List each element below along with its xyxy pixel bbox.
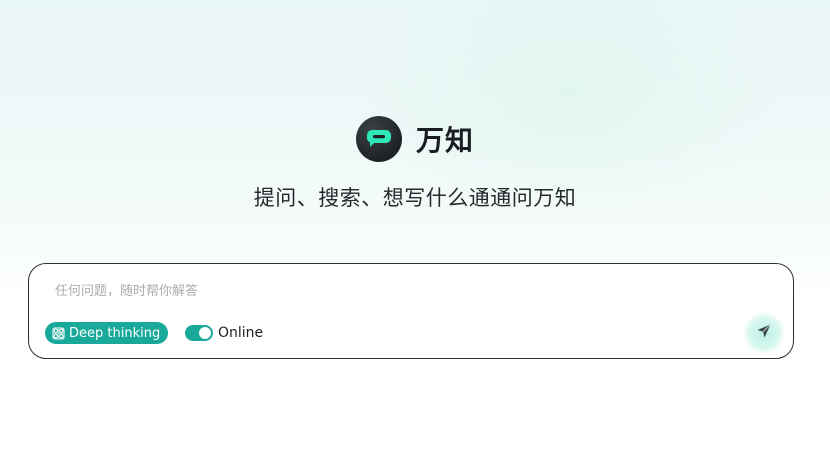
online-toggle[interactable] [185,325,213,341]
chat-bubble-icon [355,116,402,162]
composer-box: Deep thinking Online [28,263,794,359]
send-button[interactable] [749,318,779,348]
online-label: Online [218,325,264,341]
atom-icon [52,326,65,340]
tagline: 提问、搜索、想写什么通通问万知 [253,186,577,210]
question-input[interactable] [55,280,735,302]
brand-header: 万知 [0,116,830,162]
send-arrow-icon [756,323,772,343]
online-toggle-group[interactable]: Online [185,322,263,344]
deep-thinking-button[interactable]: Deep thinking [45,322,169,344]
brand-name: 万知 [415,124,474,157]
toggle-knob [199,327,211,339]
deep-thinking-label: Deep thinking [69,325,161,341]
